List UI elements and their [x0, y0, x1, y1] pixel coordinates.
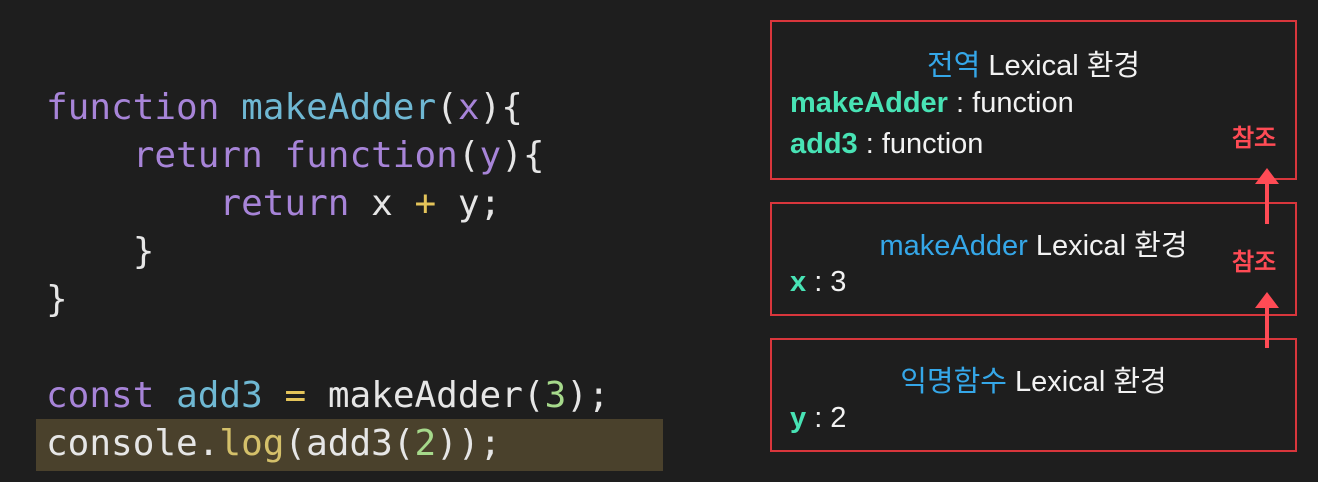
code-token: x [349, 183, 415, 224]
makeadder-env-key-x: x [790, 266, 807, 298]
makeadder-env-title-rest: Lexical 환경 [1027, 230, 1188, 262]
code-token: ( [457, 135, 480, 176]
code-token: const [46, 375, 155, 416]
code-line: const add3 = makeAdder(3); [46, 372, 610, 420]
anon-env-value-y: : 2 [806, 402, 847, 434]
code-token: y; [436, 183, 502, 224]
anon-env-title-rest: Lexical 환경 [1006, 366, 1167, 398]
global-env-title: 전역 Lexical 환경 [772, 42, 1295, 84]
code-token: function [46, 87, 220, 128]
code-token: } [46, 231, 155, 272]
reference-label-top: 참조 [1232, 124, 1277, 152]
code-token: )); [436, 423, 502, 464]
global-env-row-add3: add3 : function [790, 128, 983, 161]
reference-arrow-top [1255, 168, 1279, 224]
global-env-value-add3: : function [857, 128, 984, 160]
code-token: ); [566, 375, 610, 416]
code-line: return x + y; [46, 180, 610, 228]
makeadder-env-row-x: x : 3 [790, 266, 846, 299]
code-token: x [457, 87, 480, 128]
code-token: console. [46, 423, 220, 464]
code-token: add3 [176, 375, 263, 416]
anon-lexical-env-box: 익명함수 Lexical 환경 y : 2 [770, 338, 1297, 452]
global-env-key-makeadder: makeAdder [790, 87, 948, 119]
code-line: return function(y){ [46, 132, 610, 180]
makeadder-env-value-x: : 3 [806, 266, 847, 298]
global-env-title-highlight: 전역 [926, 50, 981, 82]
code-token: makeAdder [241, 87, 437, 128]
code-line: } [46, 228, 610, 276]
code-line: function makeAdder(x){ [46, 84, 610, 132]
code-token: ( [436, 87, 458, 128]
code-token: ){ [479, 87, 523, 128]
makeadder-env-title-highlight: makeAdder [879, 230, 1028, 262]
code-token: ){ [501, 135, 545, 176]
code-token: y [479, 135, 502, 176]
code-token: + [414, 183, 437, 224]
anon-env-title: 익명함수 Lexical 환경 [772, 358, 1295, 400]
makeadder-env-title: makeAdder Lexical 환경 [772, 222, 1295, 264]
global-env-key-add3: add3 [790, 128, 858, 160]
global-env-value-makeadder: : function [947, 87, 1074, 119]
code-token: = [284, 375, 307, 416]
code-line: } [46, 276, 610, 324]
code-token: 3 [544, 375, 567, 416]
anon-env-row-y: y : 2 [790, 402, 846, 435]
code-token: (add3( [284, 423, 415, 464]
makeadder-lexical-env-box: makeAdder Lexical 환경 x : 3 [770, 202, 1297, 316]
code-token: } [46, 279, 68, 320]
global-lexical-env-box: 전역 Lexical 환경 makeAdder : function add3 … [770, 20, 1297, 180]
anon-env-title-highlight: 익명함수 [900, 366, 1007, 398]
code-token: return [219, 183, 350, 224]
anon-env-key-y: y [790, 402, 807, 434]
global-env-row-makeadder: makeAdder : function [790, 87, 1074, 120]
global-env-title-rest: Lexical 환경 [980, 50, 1141, 82]
code-line: console.log(add3(2)); [46, 420, 610, 468]
reference-label-bottom: 참조 [1232, 248, 1277, 276]
reference-arrow-bottom [1255, 292, 1279, 348]
code-token: log [219, 423, 285, 464]
code-token: function [284, 135, 458, 176]
code-token: return [132, 135, 263, 176]
code-token: makeAdder( [306, 375, 545, 416]
code-token: 2 [414, 423, 437, 464]
code-block: function makeAdder(x){ return function(y… [46, 84, 610, 468]
